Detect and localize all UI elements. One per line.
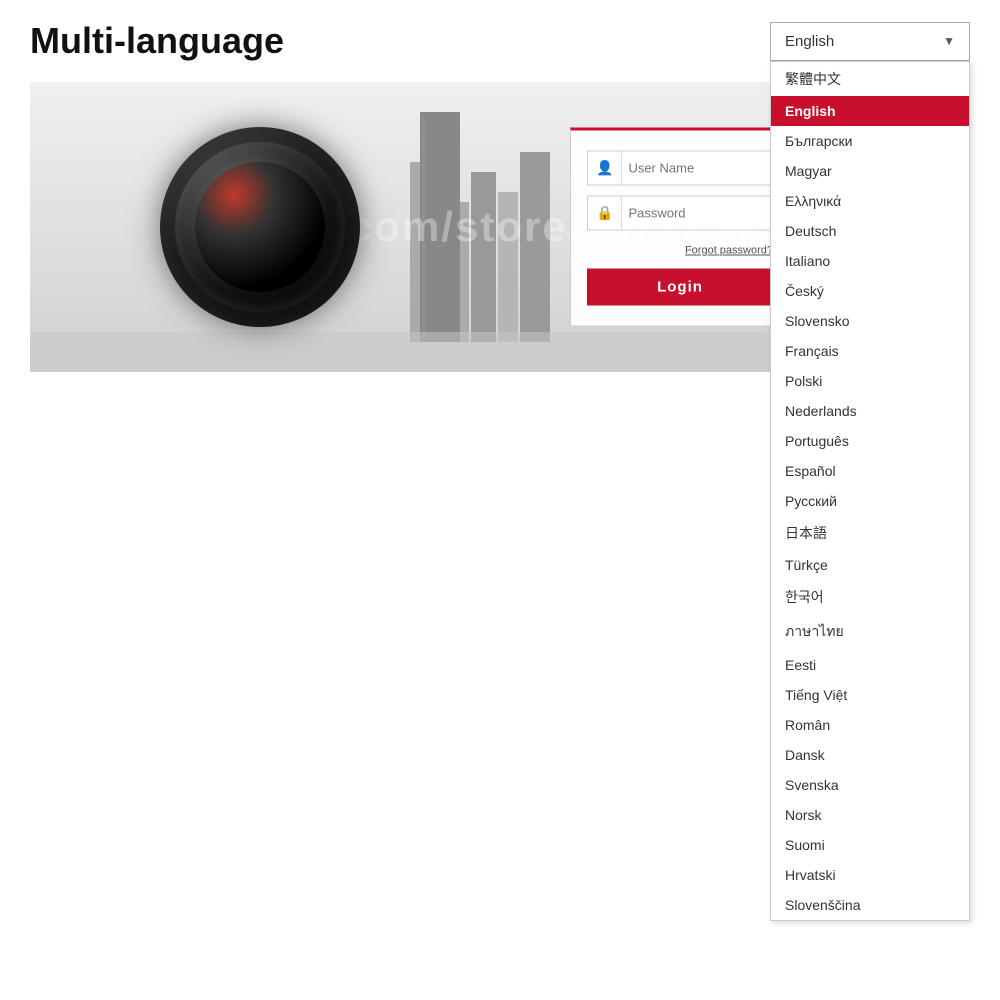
language-option[interactable]: Polski: [771, 366, 969, 396]
language-option[interactable]: 日本語: [771, 516, 969, 550]
forgot-password-wrapper: Forgot password?: [587, 241, 773, 259]
language-option[interactable]: Español: [771, 456, 969, 486]
language-option[interactable]: 繁體中文: [771, 62, 969, 96]
login-button[interactable]: Login: [587, 269, 773, 306]
language-option[interactable]: Român: [771, 710, 969, 740]
language-option[interactable]: Português: [771, 426, 969, 456]
language-option[interactable]: 한국어: [771, 580, 969, 614]
lock-icon: 🔒: [588, 197, 622, 230]
language-select-button[interactable]: English ▼: [770, 22, 970, 61]
language-option[interactable]: Eesti: [771, 650, 969, 680]
language-option[interactable]: Suomi: [771, 830, 969, 860]
language-selector[interactable]: English ▼ 繁體中文EnglishБългарскиMagyarΕλλη…: [770, 22, 970, 61]
language-option[interactable]: English: [771, 96, 969, 126]
language-option[interactable]: Dansk: [771, 740, 969, 770]
language-option[interactable]: Český: [771, 276, 969, 306]
login-form: 👤 🔒 Forgot password? Login: [570, 128, 790, 327]
language-option[interactable]: Slovensko: [771, 306, 969, 336]
chevron-down-icon: ▼: [943, 34, 955, 48]
page-title: Multi-language: [30, 20, 284, 62]
password-input[interactable]: [622, 198, 772, 229]
banner: .com/store/5871257 👤 🔒 Forgot password? …: [30, 82, 810, 372]
camera-lens: [160, 127, 360, 327]
language-option[interactable]: Nederlands: [771, 396, 969, 426]
language-option[interactable]: Hrvatski: [771, 860, 969, 890]
language-option[interactable]: Slovenščina: [771, 890, 969, 920]
forgot-password-link[interactable]: Forgot password?: [685, 245, 773, 257]
language-option[interactable]: Italiano: [771, 246, 969, 276]
username-input-group: 👤: [587, 151, 773, 186]
language-option[interactable]: ภาษาไทย: [771, 614, 969, 650]
language-option[interactable]: Magyar: [771, 156, 969, 186]
language-option[interactable]: Türkçe: [771, 550, 969, 580]
language-option[interactable]: Srpski: [771, 920, 969, 921]
language-option[interactable]: Русский: [771, 486, 969, 516]
language-option[interactable]: Български: [771, 126, 969, 156]
language-option[interactable]: Norsk: [771, 800, 969, 830]
username-input[interactable]: [622, 153, 772, 184]
language-option[interactable]: Français: [771, 336, 969, 366]
password-input-group: 🔒: [587, 196, 773, 231]
selected-language-label: English: [785, 33, 834, 50]
user-icon: 👤: [588, 152, 622, 185]
header: Multi-language English ▼ 繁體中文EnglishБълг…: [0, 0, 1000, 72]
language-option[interactable]: Ελληνικά: [771, 186, 969, 216]
language-option[interactable]: Svenska: [771, 770, 969, 800]
language-option[interactable]: Deutsch: [771, 216, 969, 246]
language-dropdown[interactable]: 繁體中文EnglishБългарскиMagyarΕλληνικάDeutsc…: [770, 61, 970, 921]
language-option[interactable]: Tiếng Việt: [771, 680, 969, 710]
